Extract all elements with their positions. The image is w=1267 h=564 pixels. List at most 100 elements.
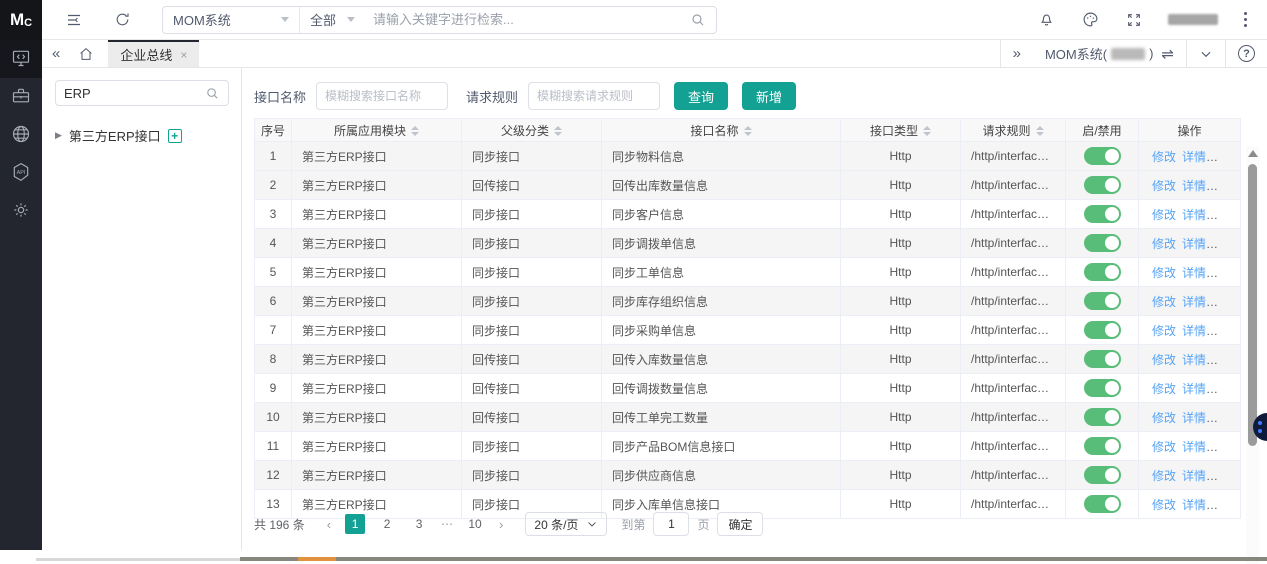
vertical-scrollbar[interactable] [1246, 146, 1259, 564]
column-header-3[interactable]: 父级分类 [461, 118, 602, 142]
detail-link[interactable]: 详情 [1182, 498, 1206, 512]
rule-filter-input[interactable] [528, 82, 661, 110]
chevron-down-icon[interactable] [1187, 40, 1225, 67]
detail-link[interactable]: 详情 [1182, 469, 1206, 483]
refresh-icon[interactable] [112, 10, 132, 30]
column-header-5[interactable]: 接口类型 [840, 118, 961, 142]
name-filter-input[interactable] [316, 82, 449, 110]
rail-item-globe[interactable] [0, 116, 42, 154]
detail-link[interactable]: 详情 [1182, 295, 1206, 309]
enable-toggle[interactable] [1083, 321, 1121, 339]
app-select[interactable]: MOM系统 [163, 7, 299, 33]
enable-toggle[interactable] [1083, 437, 1121, 455]
detail-link[interactable]: 详情 [1182, 440, 1206, 454]
prev-page-icon[interactable]: ‹ [319, 517, 339, 532]
next-page-icon[interactable]: › [491, 517, 511, 532]
enable-toggle[interactable] [1083, 350, 1121, 368]
detail-link[interactable]: 详情 [1182, 150, 1206, 164]
sort-carets-icon[interactable] [743, 126, 752, 137]
kebab-menu-icon[interactable] [1242, 10, 1249, 29]
table-row: 9 第三方ERP接口 回传接口 回传调拨数量信息 Http/http/interface… [254, 373, 1241, 403]
rail-item-settings[interactable] [0, 192, 42, 230]
scrollbar-thumb[interactable] [1248, 164, 1257, 446]
enable-toggle[interactable] [1083, 234, 1121, 252]
column-header-6[interactable]: 请求规则 [960, 118, 1066, 142]
edit-link[interactable]: 修改 [1152, 498, 1176, 512]
detail-link[interactable]: 详情 [1182, 266, 1206, 280]
scope-select[interactable]: 全部 [299, 6, 365, 33]
detail-link[interactable]: 详情 [1182, 208, 1206, 222]
detail-link[interactable]: 详情 [1182, 411, 1206, 425]
search-icon[interactable] [205, 86, 220, 101]
cell-module: 第三方ERP接口 [291, 373, 462, 403]
scroll-up-icon[interactable] [1247, 150, 1258, 157]
tabs-scroll-left-icon[interactable]: « [42, 40, 70, 67]
enable-toggle[interactable] [1083, 147, 1121, 165]
page-number-10[interactable]: 10 [465, 514, 485, 534]
home-icon[interactable] [70, 40, 102, 67]
query-button[interactable]: 查询 [674, 82, 729, 110]
sort-carets-icon[interactable] [1035, 126, 1044, 137]
edit-link[interactable]: 修改 [1152, 382, 1176, 396]
palette-icon[interactable] [1080, 10, 1100, 30]
page-ellipsis[interactable]: ⋯ [441, 517, 453, 531]
page-size-select[interactable]: 20 条/页 [525, 512, 608, 536]
fullscreen-icon[interactable] [1124, 10, 1144, 30]
enable-toggle[interactable] [1083, 176, 1121, 194]
tree-expand-arrow-icon[interactable]: ▶ [55, 130, 62, 141]
page-number-1[interactable]: 1 [345, 514, 366, 534]
edit-link[interactable]: 修改 [1152, 440, 1176, 454]
enable-toggle[interactable] [1083, 379, 1121, 397]
edit-link[interactable]: 修改 [1152, 266, 1176, 280]
detail-link[interactable]: 详情 [1182, 382, 1206, 396]
tree-node-label: 第三方ERP接口 [68, 129, 161, 144]
enable-toggle[interactable] [1083, 292, 1121, 310]
detail-link[interactable]: 详情 [1182, 353, 1206, 367]
rail-item-integration[interactable] [0, 40, 42, 78]
global-search-input[interactable] [365, 6, 690, 33]
enable-toggle[interactable] [1083, 408, 1121, 426]
cell-parent: 同步接口 [461, 141, 602, 171]
sort-carets-icon[interactable] [923, 126, 931, 137]
system-switcher[interactable]: MOM系统() ⇌ [1033, 40, 1186, 67]
tree-node-erp[interactable]: ▶ 第三方ERP接口 + [55, 126, 182, 145]
edit-link[interactable]: 修改 [1152, 150, 1176, 164]
goto-page-input[interactable] [653, 512, 690, 536]
tab-enterprise-bus[interactable]: 企业总线 × [108, 40, 200, 67]
tabs-scroll-right-icon[interactable]: » [1001, 40, 1033, 67]
tree-search-input[interactable] [64, 85, 205, 101]
edit-link[interactable]: 修改 [1152, 353, 1176, 367]
column-header-4[interactable]: 接口名称 [601, 118, 841, 142]
goto-confirm-button[interactable]: 确定 [717, 512, 764, 536]
edit-link[interactable]: 修改 [1152, 411, 1176, 425]
edit-link[interactable]: 修改 [1152, 179, 1176, 193]
column-header-2[interactable]: 所属应用模块 [291, 118, 462, 142]
enable-toggle[interactable] [1083, 263, 1121, 281]
edit-link[interactable]: 修改 [1152, 469, 1176, 483]
edit-link[interactable]: 修改 [1152, 324, 1176, 338]
app-logo[interactable]: M C [0, 0, 42, 40]
close-icon[interactable]: × [180, 48, 187, 62]
page-number-3[interactable]: 3 [409, 514, 429, 534]
sort-carets-icon[interactable] [411, 126, 419, 137]
cell-parent: 回传接口 [461, 170, 602, 200]
collapse-menu-icon[interactable] [64, 10, 84, 30]
detail-link[interactable]: 详情 [1182, 237, 1206, 251]
detail-link[interactable]: 详情 [1182, 324, 1206, 338]
detail-link[interactable]: 详情 [1182, 179, 1206, 193]
help-button[interactable]: ? [1226, 40, 1267, 67]
enable-toggle[interactable] [1083, 205, 1121, 223]
edit-link[interactable]: 修改 [1152, 237, 1176, 251]
edit-link[interactable]: 修改 [1152, 295, 1176, 309]
rail-item-toolbox[interactable] [0, 78, 42, 116]
enable-toggle[interactable] [1083, 466, 1121, 484]
add-button[interactable]: 新增 [742, 82, 797, 110]
sort-carets-icon[interactable] [554, 126, 562, 137]
add-node-icon[interactable]: + [167, 128, 182, 143]
edit-link[interactable]: 修改 [1152, 208, 1176, 222]
bell-icon[interactable] [1036, 10, 1056, 30]
rail-item-api[interactable]: API [0, 154, 42, 192]
enable-toggle[interactable] [1083, 495, 1121, 513]
page-number-2[interactable]: 2 [377, 514, 397, 534]
search-icon[interactable] [690, 7, 716, 33]
